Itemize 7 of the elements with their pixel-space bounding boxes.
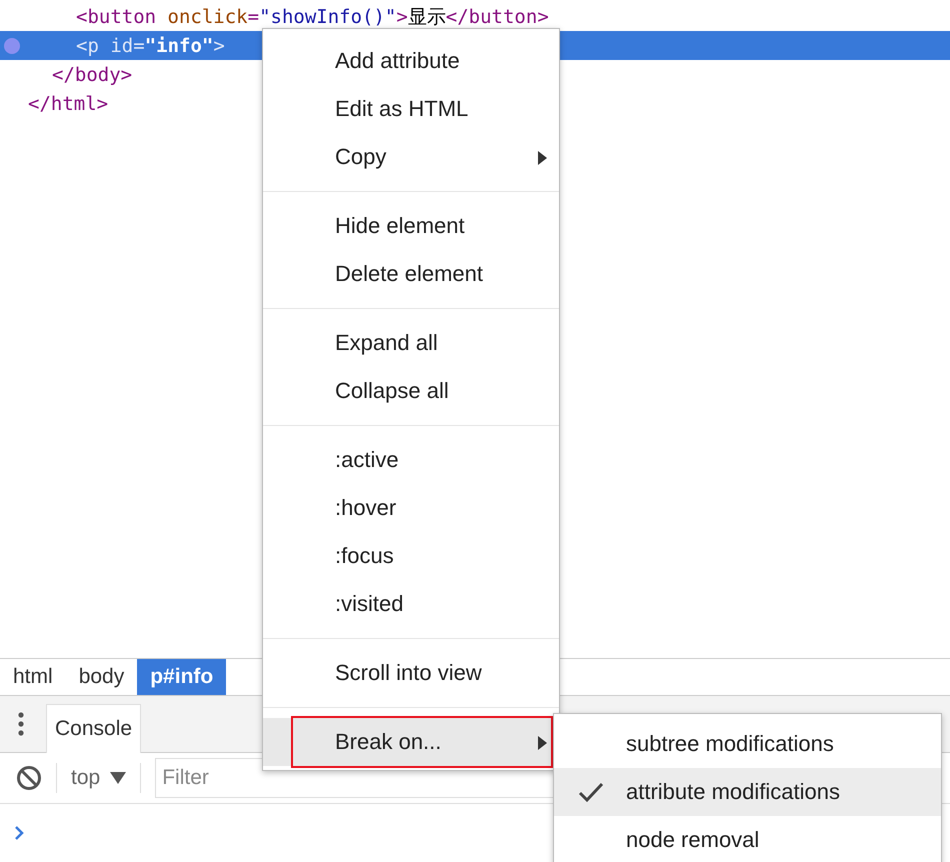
html-tag-line: </html> [28,92,108,114]
html-tag-line: <p id="info"> [76,34,225,56]
menu-item-label: attribute modifications [626,779,840,805]
html-tag-line: <button onclick="showInfo()">显示</button> [76,4,549,30]
html-tag-line: </body> [52,64,132,86]
menu-item-label: subtree modifications [626,731,834,757]
menu-item-label: node removal [626,827,760,853]
